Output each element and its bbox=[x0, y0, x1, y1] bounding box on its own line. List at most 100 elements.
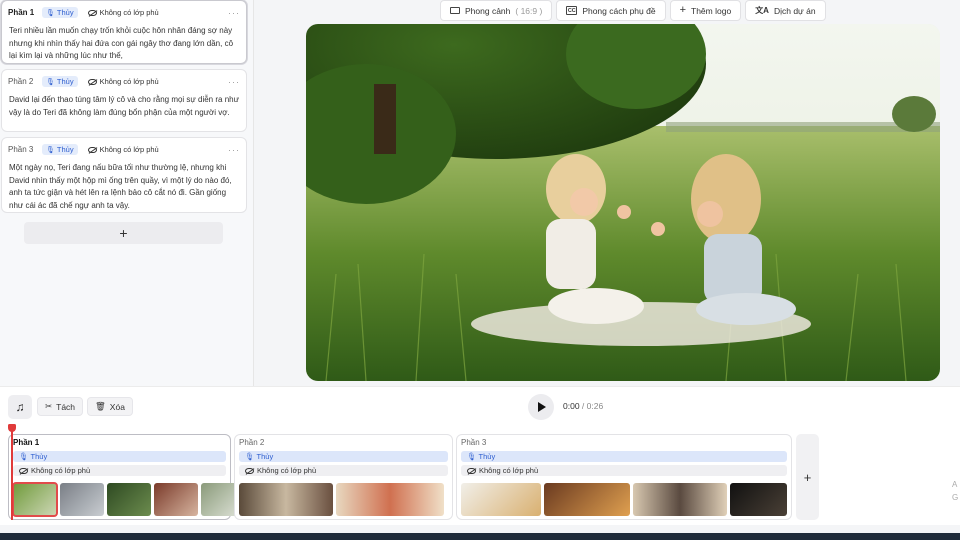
microphone-icon: 🎙 bbox=[46, 146, 55, 154]
translate-icon: 文A bbox=[755, 6, 769, 15]
eye-off-icon bbox=[87, 9, 97, 16]
playhead-handle[interactable] bbox=[8, 424, 16, 432]
plus-icon: + bbox=[679, 4, 687, 16]
scene-script-text[interactable]: Teri nhiều lần muốn chạy trốn khỏi cuộc … bbox=[8, 25, 240, 63]
current-time: 0:00 bbox=[563, 401, 580, 411]
voice-chip[interactable]: 🎙 Thủy bbox=[42, 76, 78, 87]
segment-overlay-label: Không có lớp phủ bbox=[479, 466, 539, 475]
voice-chip[interactable]: 🎙 Thủy bbox=[42, 7, 78, 18]
add-scene-button[interactable]: + bbox=[24, 222, 223, 244]
translate-project-button[interactable]: 文A Dịch dự án bbox=[745, 0, 826, 21]
aspect-ratio-label: Phong cảnh bbox=[465, 5, 511, 16]
playhead[interactable] bbox=[11, 424, 13, 520]
segment-overlay-track[interactable]: Không có lớp phủ bbox=[13, 465, 226, 476]
microphone-icon: 🎙 bbox=[19, 452, 29, 461]
clip-thumbnail[interactable] bbox=[730, 483, 787, 516]
trash-icon: 🗑 bbox=[95, 401, 106, 411]
clip-thumbnail[interactable] bbox=[336, 483, 444, 516]
microphone-icon: 🎙 bbox=[467, 452, 477, 461]
clip-thumbnail[interactable] bbox=[60, 483, 104, 516]
segment-overlay-label: Không có lớp phủ bbox=[257, 466, 317, 475]
clip-thumbnail[interactable] bbox=[239, 483, 333, 516]
clip-thumbnail[interactable] bbox=[633, 483, 727, 516]
play-icon bbox=[538, 402, 546, 412]
subtitle-style-label: Phong cách phụ đề bbox=[582, 5, 656, 16]
overlay-label: Không có lớp phủ bbox=[99, 77, 159, 86]
segment-label: Phần 2 bbox=[239, 438, 265, 447]
segment-overlay-track[interactable]: Không có lớp phủ bbox=[461, 465, 787, 476]
more-options-icon[interactable]: ··· bbox=[228, 77, 240, 87]
eye-off-icon bbox=[87, 78, 97, 85]
edge-letter: G bbox=[952, 493, 959, 502]
clip-thumbnail[interactable] bbox=[544, 483, 630, 516]
timeline-segment-2[interactable]: Phần 2 🎙 Thủy Không có lớp phủ bbox=[234, 434, 453, 520]
preview-image bbox=[306, 24, 940, 381]
video-preview[interactable] bbox=[306, 24, 940, 381]
voice-name: Thủy bbox=[56, 77, 74, 86]
eye-off-icon bbox=[87, 146, 97, 153]
playback-controls: ♫ ✂ Tách 🗑 Xóa 0:00 / 0:26 bbox=[0, 386, 960, 428]
voice-name: Thủy bbox=[56, 8, 74, 17]
delete-button[interactable]: 🗑 Xóa bbox=[87, 397, 133, 416]
segment-voice-track[interactable]: 🎙 Thủy bbox=[13, 451, 226, 462]
play-button[interactable] bbox=[528, 394, 554, 420]
add-logo-button[interactable]: + Thêm logo bbox=[669, 0, 742, 21]
segment-voice-track[interactable]: 🎙 Thủy bbox=[461, 451, 787, 462]
overlay-chip[interactable]: Không có lớp phủ bbox=[87, 145, 159, 154]
scene-card-2[interactable]: Phần 2 🎙 Thủy Không có lớp phủ ··· David … bbox=[1, 69, 247, 132]
add-segment-button[interactable]: + bbox=[796, 434, 819, 520]
timeline: Phần 1 🎙 Thủy Không có lớp phủ Phần 2 🎙 Th… bbox=[0, 428, 960, 525]
more-options-icon[interactable]: ··· bbox=[228, 145, 240, 155]
more-options-icon[interactable]: ··· bbox=[228, 8, 240, 18]
clip-thumbnail[interactable] bbox=[12, 482, 58, 517]
segment-label: Phần 1 bbox=[13, 438, 40, 447]
eye-off-icon bbox=[245, 467, 254, 474]
duration: 0:26 bbox=[586, 401, 604, 411]
split-label: Tách bbox=[56, 401, 76, 412]
clip-thumbnail[interactable] bbox=[107, 483, 151, 516]
overlay-label: Không có lớp phủ bbox=[99, 8, 159, 17]
eye-off-icon bbox=[19, 467, 28, 474]
eye-off-icon bbox=[467, 467, 476, 474]
segment-voice-name: Thủy bbox=[30, 452, 48, 461]
subtitle-style-button[interactable]: CC Phong cách phụ đề bbox=[556, 0, 666, 21]
overlay-chip[interactable]: Không có lớp phủ bbox=[87, 8, 159, 17]
time-separator: / bbox=[579, 401, 587, 411]
segment-overlay-track[interactable]: Không có lớp phủ bbox=[239, 465, 448, 476]
cc-icon: CC bbox=[566, 6, 578, 15]
clip-thumbnail[interactable] bbox=[154, 483, 198, 516]
translate-project-label: Dịch dự án bbox=[773, 5, 816, 16]
microphone-icon: 🎙 bbox=[245, 452, 255, 461]
scene-label: Phần 2 bbox=[8, 77, 34, 86]
segment-voice-name: Thủy bbox=[478, 452, 496, 461]
timeline-segment-3[interactable]: Phần 3 🎙 Thủy Không có lớp phủ bbox=[456, 434, 792, 520]
aspect-ratio-button[interactable]: Phong cảnh ( 16:9 ) bbox=[440, 0, 553, 21]
voice-chip[interactable]: 🎙 Thủy bbox=[42, 144, 78, 155]
music-note-icon: ♫ bbox=[15, 400, 25, 414]
scene-list-panel: Phần 1 🎙 Thủy Không có lớp phủ ··· Teri n… bbox=[0, 0, 254, 386]
timeline-segment-1[interactable]: Phần 1 🎙 Thủy Không có lớp phủ bbox=[8, 434, 245, 520]
scene-card-1[interactable]: Phần 1 🎙 Thủy Không có lớp phủ ··· Teri n… bbox=[1, 0, 247, 64]
segment-label: Phần 3 bbox=[461, 438, 487, 447]
time-display: 0:00 / 0:26 bbox=[563, 401, 603, 411]
landscape-icon bbox=[450, 7, 460, 14]
overlay-label: Không có lớp phủ bbox=[99, 145, 159, 154]
voice-name: Thủy bbox=[56, 145, 74, 154]
scene-label: Phần 1 bbox=[8, 8, 35, 17]
microphone-icon: 🎙 bbox=[46, 78, 55, 86]
add-logo-label: Thêm logo bbox=[691, 5, 732, 16]
scene-script-text[interactable]: David lại đến thao túng tâm lý cô và cho… bbox=[8, 94, 240, 119]
scene-label: Phần 3 bbox=[8, 145, 34, 154]
os-taskbar bbox=[0, 533, 960, 540]
clip-thumbnail[interactable] bbox=[461, 483, 541, 516]
segment-overlay-label: Không có lớp phủ bbox=[31, 466, 91, 475]
music-button[interactable]: ♫ bbox=[8, 395, 32, 419]
scene-script-text[interactable]: Một ngày nọ, Teri đang nấu bữa tối như t… bbox=[8, 162, 240, 212]
delete-label: Xóa bbox=[109, 401, 125, 412]
top-toolbar: Phong cảnh ( 16:9 ) CC Phong cách phụ đề… bbox=[440, 0, 826, 21]
segment-voice-name: Thủy bbox=[256, 452, 274, 461]
split-button[interactable]: ✂ Tách bbox=[37, 397, 84, 416]
scene-card-3[interactable]: Phần 3 🎙 Thủy Không có lớp phủ ··· Một ng… bbox=[1, 137, 247, 213]
segment-voice-track[interactable]: 🎙 Thủy bbox=[239, 451, 448, 462]
overlay-chip[interactable]: Không có lớp phủ bbox=[87, 77, 159, 86]
